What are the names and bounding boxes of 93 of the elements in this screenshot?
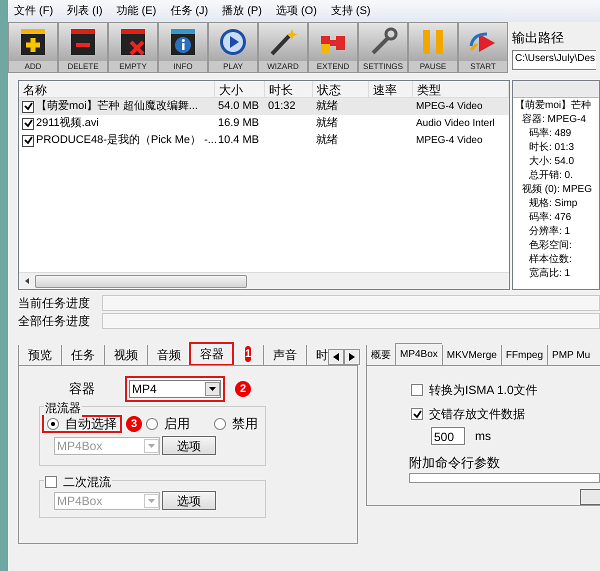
radio-label: 自动选择 bbox=[65, 415, 117, 434]
file-row[interactable]: 【萌爱moi】芒种 超仙魔改编舞... 54.0 MB 01:32 就绪 MPEG-4 Video bbox=[19, 98, 509, 115]
tree-item[interactable]: 分辨率: 1 bbox=[529, 224, 570, 238]
radio-label: 启用 bbox=[164, 415, 190, 434]
container-select[interactable]: MP4 bbox=[129, 380, 221, 398]
file-row[interactable]: PRODUCE48-是我的（Pick Me） -...10.4 MB 就绪 MPEG-4 Video bbox=[19, 132, 509, 149]
unit-label: ms bbox=[475, 428, 491, 445]
tree-item[interactable]: 时长: 01:3 bbox=[529, 140, 574, 154]
checkbox[interactable] bbox=[22, 134, 34, 146]
column-header[interactable]: 速率 bbox=[369, 81, 413, 97]
dropdown-icon bbox=[148, 498, 155, 502]
column-header[interactable]: 状态 bbox=[313, 81, 369, 97]
toolbar-button[interactable]: INFO bbox=[158, 22, 208, 73]
container-label: 容器 bbox=[69, 380, 95, 398]
dropdown-icon bbox=[209, 387, 216, 391]
table-cell-text: MPEG-4 Video bbox=[416, 134, 483, 148]
scroll-left-icon[interactable] bbox=[328, 349, 344, 365]
checkbox[interactable] bbox=[22, 118, 34, 130]
tree-item[interactable]: 色彩空间: bbox=[529, 238, 572, 252]
toolbar-button[interactable]: SETTINGS bbox=[358, 22, 408, 73]
table-cell-text: MPEG-4 Video bbox=[416, 100, 483, 114]
toolbar-button[interactable]: ADD bbox=[8, 22, 58, 73]
toolbar-button[interactable]: PLAY bbox=[208, 22, 258, 73]
output-path-label: 输出路径 bbox=[512, 29, 565, 47]
checkbox-label: 二次混流 bbox=[63, 474, 111, 491]
tree-item[interactable]: 大小: 54.0 bbox=[529, 154, 574, 168]
menu-item[interactable]: 列表 (I) bbox=[67, 2, 103, 20]
column-header[interactable]: 类型 bbox=[413, 81, 509, 97]
step-badge: 3 bbox=[126, 416, 142, 432]
tree-item[interactable]: 总开销: 0. bbox=[529, 168, 573, 182]
toolbar-button[interactable]: START bbox=[458, 22, 508, 73]
options-button[interactable]: 选项 bbox=[162, 491, 216, 510]
table-cell-text: 2911视频.avi bbox=[36, 116, 99, 132]
tree-item[interactable]: 规格: Simp bbox=[529, 196, 578, 210]
dropdown-icon bbox=[148, 444, 155, 448]
radio-button[interactable] bbox=[214, 418, 226, 430]
checkbox[interactable] bbox=[45, 476, 57, 488]
table-cell-text: PRODUCE48-是我的（Pick Me） -... bbox=[36, 133, 217, 148]
checkbox[interactable] bbox=[411, 408, 423, 420]
radio-button[interactable] bbox=[146, 418, 158, 430]
column-header[interactable]: 名称 bbox=[19, 81, 215, 97]
arguments-label: 附加命令行参数 bbox=[409, 454, 501, 472]
menu-item[interactable]: 任务 (J) bbox=[170, 2, 208, 20]
checkbox[interactable] bbox=[411, 384, 423, 396]
radio-label: 禁用 bbox=[232, 415, 258, 434]
checkbox-label: 转换为ISMA 1.0文件 bbox=[429, 382, 538, 399]
file-row[interactable]: 2911视频.avi 16.9 MB 就绪 Audio Video Interl bbox=[19, 115, 509, 132]
tree-item[interactable]: 码率: 489 bbox=[529, 126, 572, 140]
play-icon bbox=[217, 26, 249, 58]
tree-item[interactable]: 样本位数: bbox=[529, 252, 572, 266]
table-cell-text: 10.4 MB bbox=[218, 133, 259, 148]
interval-field[interactable]: 500 bbox=[431, 427, 465, 445]
checkbox[interactable] bbox=[22, 100, 34, 112]
toolbar-button[interactable]: EMPTY bbox=[108, 22, 158, 73]
column-header[interactable]: 大小 bbox=[215, 81, 265, 97]
menu-item[interactable]: 文件 (F) bbox=[14, 2, 54, 20]
column-header[interactable]: 时长 bbox=[265, 81, 313, 97]
table-cell-text: 就绪 bbox=[316, 133, 338, 148]
scrollbar-thumb[interactable] bbox=[35, 274, 247, 288]
table-cell-text: 【萌爱moi】芒种 超仙魔改编舞... bbox=[36, 98, 198, 114]
toolbar-button[interactable]: DELETE bbox=[58, 22, 108, 73]
button[interactable] bbox=[580, 489, 600, 505]
radio-button[interactable] bbox=[47, 418, 59, 430]
table-cell-text: 54.0 MB bbox=[218, 99, 259, 114]
table-cell-text: 01:32 bbox=[268, 99, 296, 114]
arguments-field[interactable] bbox=[409, 472, 600, 483]
menu-item[interactable]: 支持 (S) bbox=[330, 2, 371, 20]
toolbar-button[interactable]: WIZARD bbox=[258, 22, 308, 73]
group-title: 混流器 bbox=[44, 399, 82, 417]
step-badge: 1 bbox=[245, 346, 252, 362]
options-button[interactable]: 选项 bbox=[162, 436, 216, 455]
progress-label: 当前任务进度 bbox=[18, 295, 91, 312]
progress-label: 全部任务进度 bbox=[18, 313, 91, 330]
table-cell-text: 就绪 bbox=[316, 99, 338, 114]
tree-item[interactable]: 容器: MPEG-4 bbox=[522, 112, 586, 126]
menu-item[interactable]: 功能 (E) bbox=[116, 2, 156, 20]
tree-item[interactable]: 码率: 476 bbox=[529, 210, 572, 224]
tree-item[interactable]: 视频 (0): MPEG bbox=[522, 182, 592, 196]
step-badge: 2 bbox=[235, 381, 251, 397]
tree-item[interactable]: 【萌爱moi】芒种 bbox=[515, 98, 592, 112]
toolbar-button[interactable]: PAUSE bbox=[408, 22, 458, 73]
table-cell-text: 就绪 bbox=[316, 116, 338, 132]
menu-item[interactable]: 播放 (P) bbox=[222, 2, 262, 20]
scroll-right-icon[interactable] bbox=[344, 349, 360, 365]
tree-item[interactable]: 宽高比: 1 bbox=[529, 266, 570, 280]
table-cell-text: 16.9 MB bbox=[218, 116, 259, 132]
tab[interactable]: MP4Box bbox=[395, 343, 442, 365]
checkbox-label: 交错存放文件数据 bbox=[429, 406, 525, 423]
menu-item[interactable]: 选项 (O) bbox=[276, 2, 317, 20]
output-path-field[interactable]: C:\Users\July\Des bbox=[512, 50, 596, 70]
toolbar-button[interactable]: EXTEND bbox=[308, 22, 358, 73]
tab[interactable]: 容器 bbox=[190, 343, 233, 365]
table-cell-text: Audio Video Interl bbox=[416, 117, 495, 131]
